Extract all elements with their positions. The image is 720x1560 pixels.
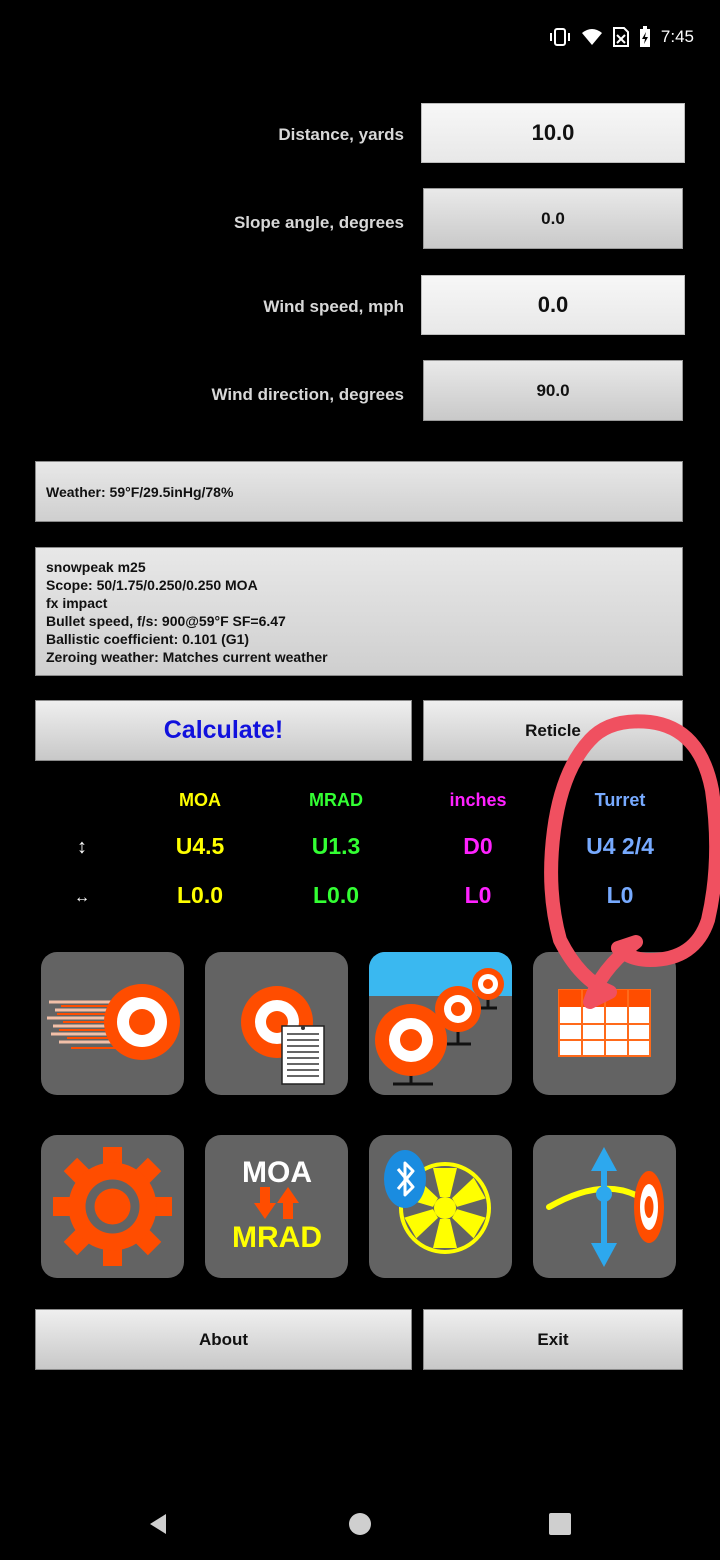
profile-line-projectile: fx impact bbox=[46, 595, 108, 611]
profile-line-scope: Scope: 50/1.75/0.250/0.250 MOA bbox=[46, 577, 258, 593]
horizontal-inches: L0 bbox=[464, 882, 492, 908]
wind-speed-label: Wind speed, mph bbox=[263, 297, 404, 316]
horizontal-mrad: L0.0 bbox=[312, 882, 360, 908]
wind-speed-field[interactable]: 0.0 bbox=[421, 275, 685, 335]
distance-field[interactable]: 10.0 bbox=[421, 103, 685, 163]
unit-conversion-tile[interactable]: MOA MRAD bbox=[205, 1135, 348, 1278]
weather-button[interactable]: Weather: 59°F/29.5inHg/78% bbox=[35, 461, 683, 522]
vertical-arrow-icon: ↕ bbox=[77, 836, 87, 858]
gear-icon bbox=[53, 1147, 172, 1266]
horizontal-moa: L0.0 bbox=[176, 882, 224, 908]
wind-direction-field[interactable]: 90.0 bbox=[423, 360, 683, 421]
home-icon[interactable] bbox=[348, 1512, 372, 1536]
distance-label: Distance, yards bbox=[278, 125, 404, 144]
header-moa: MOA bbox=[179, 790, 221, 810]
vertical-inches: D0 bbox=[463, 833, 493, 859]
weather-text: Weather: 59°F/29.5inHg/78% bbox=[46, 483, 234, 500]
status-bar: 7:45 bbox=[549, 22, 694, 52]
wifi-icon bbox=[581, 29, 602, 45]
bluetooth-wind-meter-tile[interactable] bbox=[369, 1135, 512, 1278]
header-inches: inches bbox=[449, 790, 507, 810]
horizontal-arrow-icon: ↔ bbox=[74, 889, 90, 906]
elevation-windage-icon bbox=[546, 1147, 664, 1267]
moa-mrad-convert-icon: MOA MRAD bbox=[232, 1156, 322, 1254]
target-notes-tile[interactable] bbox=[205, 952, 348, 1095]
back-icon[interactable] bbox=[146, 1512, 170, 1536]
no-sim-icon bbox=[612, 27, 629, 47]
settings-tile[interactable] bbox=[41, 1135, 184, 1278]
reticle-adjust-tile[interactable] bbox=[533, 1135, 676, 1278]
profile-line-zeroing: Zeroing weather: Matches current weather bbox=[46, 649, 328, 665]
profile-line-rifle: snowpeak m25 bbox=[46, 559, 146, 575]
navigation-bar bbox=[0, 1450, 720, 1560]
trajectory-tile[interactable] bbox=[41, 952, 184, 1095]
clock: 7:45 bbox=[660, 27, 694, 46]
vibrate-icon bbox=[549, 28, 570, 46]
multiple-targets-tile[interactable] bbox=[369, 952, 512, 1095]
exit-button[interactable]: Exit bbox=[423, 1309, 683, 1370]
wind-direction-label: Wind direction, degrees bbox=[211, 385, 404, 404]
slope-label: Slope angle, degrees bbox=[233, 213, 404, 232]
bluetooth-anemometer-icon bbox=[384, 1150, 491, 1254]
profile-box[interactable]: snowpeak m25 Scope: 50/1.75/0.250/0.250 … bbox=[35, 547, 683, 676]
recents-icon[interactable] bbox=[548, 1512, 572, 1536]
vertical-moa: U4.5 bbox=[175, 833, 225, 859]
profile-line-bc: Ballistic coefficient: 0.101 (G1) bbox=[46, 631, 250, 647]
conversion-top-label: MOA bbox=[242, 1156, 312, 1189]
speeding-target-icon bbox=[47, 984, 180, 1060]
profile-line-bullet-speed: Bullet speed, f/s: 900@59°F SF=6.47 bbox=[46, 613, 286, 629]
target-with-document-icon bbox=[241, 986, 325, 1085]
annotation-circle bbox=[544, 714, 720, 1009]
conversion-bottom-label: MRAD bbox=[232, 1221, 322, 1254]
battery-charging-icon bbox=[639, 26, 650, 47]
slope-field[interactable]: 0.0 bbox=[423, 188, 683, 249]
targets-range-icon bbox=[369, 952, 512, 1086]
vertical-mrad: U1.3 bbox=[311, 833, 361, 859]
calculate-button[interactable]: Calculate! bbox=[35, 700, 412, 761]
about-button[interactable]: About bbox=[35, 1309, 412, 1370]
header-mrad: MRAD bbox=[309, 790, 363, 810]
